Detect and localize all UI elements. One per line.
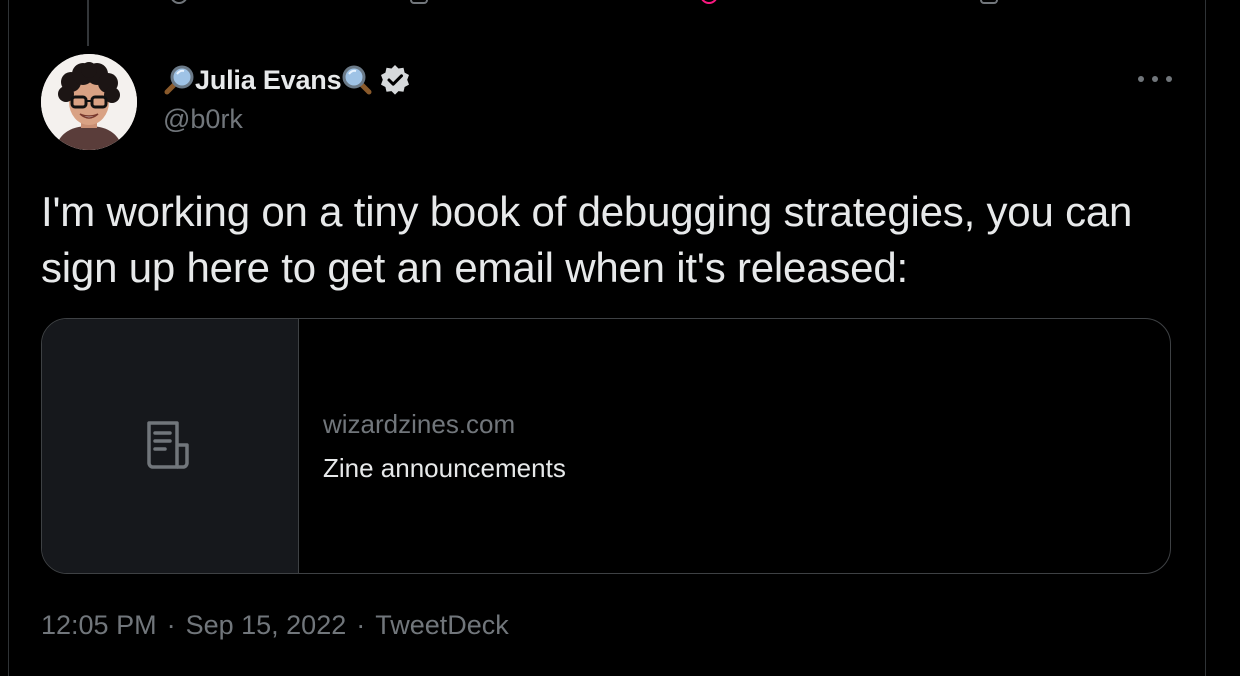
meta-separator: · [166,610,176,640]
tweet-time[interactable]: 12:05 PM [41,610,157,641]
avatar[interactable] [41,54,137,150]
verified-badge-icon[interactable] [379,64,411,96]
tweet-source[interactable]: TweetDeck [375,610,509,641]
share-icon[interactable] [980,0,998,4]
magnifying-glass-tilted-left-icon [163,64,195,96]
like-icon[interactable] [700,0,718,4]
previous-tweet-actions [0,0,1240,6]
tweet-detail-view: Julia Evans @b0rk I'm working on a tiny … [0,0,1240,676]
card-body[interactable]: wizardzines.com Zine announcements [299,319,1170,573]
document-icon [147,421,189,469]
card-title: Zine announcements [323,453,566,483]
thread-connector-line [87,0,89,46]
author-handle[interactable]: @b0rk [163,104,243,135]
more-dot [1138,76,1144,82]
reply-icon[interactable] [170,0,188,4]
meta-separator: · [356,610,366,640]
more-dot [1166,76,1172,82]
card-domain: wizardzines.com [323,409,516,439]
link-preview-card[interactable]: wizardzines.com Zine announcements [41,318,1171,574]
column-right-border [1205,0,1206,676]
magnifying-glass-tilted-right-icon [341,64,373,96]
avatar-image [41,54,137,150]
tweet-date[interactable]: Sep 15, 2022 [186,610,347,641]
retweet-icon[interactable] [410,0,428,4]
more-options-icon[interactable] [1138,66,1172,92]
card-thumbnail [42,319,299,573]
tweet-meta: 12:05 PM · Sep 15, 2022 · TweetDeck [41,610,509,641]
author-display-name[interactable]: Julia Evans [195,65,342,96]
tweet-text: I'm working on a tiny book of debugging … [41,188,1133,291]
more-dot [1152,76,1158,82]
column-left-border [8,0,9,676]
author-name-row[interactable]: Julia Evans [163,62,411,98]
